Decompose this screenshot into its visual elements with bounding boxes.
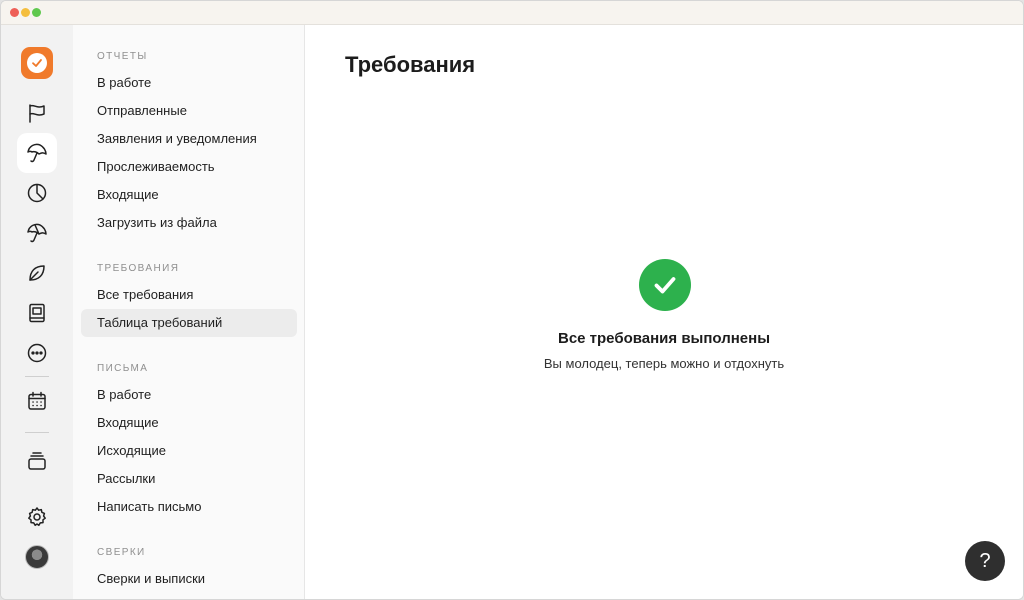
rail-item-flag[interactable] bbox=[17, 93, 57, 133]
empty-state-title: Все требования выполнены bbox=[557, 330, 770, 347]
title-bar bbox=[1, 1, 1023, 25]
rail-item-book[interactable] bbox=[17, 293, 57, 333]
icon-rail bbox=[1, 25, 73, 599]
nav-section-title: ТРЕБОВАНИЯ bbox=[97, 263, 180, 274]
nav-item-letters-in-progress[interactable]: В работе bbox=[81, 381, 297, 409]
rail-item-more[interactable] bbox=[17, 333, 57, 373]
nav-item-letters-incoming[interactable]: Входящие bbox=[81, 409, 297, 437]
section-nav: ОТЧЕТЫ В работе Отправленные Заявления и… bbox=[73, 25, 305, 599]
nav-item-reports-incoming[interactable]: Входящие bbox=[81, 181, 297, 209]
book-icon bbox=[29, 303, 45, 323]
layers-icon bbox=[28, 452, 46, 470]
nav-section-title: ОТЧЕТЫ bbox=[97, 51, 148, 62]
app-logo[interactable] bbox=[21, 47, 53, 79]
rail-item-leaf[interactable] bbox=[17, 253, 57, 293]
rail-divider bbox=[25, 376, 49, 377]
check-circle-icon bbox=[639, 259, 691, 311]
umbrella-outline-icon bbox=[27, 223, 47, 243]
checkmark-badge-icon bbox=[27, 53, 47, 73]
user-avatar[interactable] bbox=[25, 545, 49, 569]
zoom-window-button[interactable] bbox=[32, 8, 41, 17]
nav-item-requirements-table[interactable]: Таблица требований bbox=[81, 309, 297, 337]
main-content: Требования Все требования выполнены Вы м… bbox=[305, 25, 1023, 599]
close-window-button[interactable] bbox=[10, 8, 19, 17]
rail-item-pie-chart[interactable] bbox=[17, 173, 57, 213]
rail-item-umbrella[interactable] bbox=[17, 133, 57, 173]
rail-item-calendar[interactable] bbox=[17, 381, 57, 421]
pie-chart-icon bbox=[27, 183, 47, 203]
rail-item-settings[interactable] bbox=[17, 497, 57, 537]
umbrella-icon bbox=[27, 143, 47, 163]
nav-item-reports-sent[interactable]: Отправленные bbox=[81, 97, 297, 125]
rail-divider bbox=[25, 432, 49, 433]
nav-item-write-letter[interactable]: Написать письмо bbox=[81, 493, 297, 521]
page-title: Требования bbox=[345, 52, 476, 77]
nav-section-title: ПИСЬМА bbox=[97, 363, 149, 374]
rail-item-umbrella-outline[interactable] bbox=[17, 213, 57, 253]
gear-icon bbox=[28, 507, 46, 527]
leaf-icon bbox=[29, 265, 45, 281]
nav-item-mailings[interactable]: Рассылки bbox=[81, 465, 297, 493]
app-window: ОТЧЕТЫ В работе Отправленные Заявления и… bbox=[0, 0, 1024, 600]
flag-icon bbox=[29, 104, 45, 123]
rail-item-layers[interactable] bbox=[17, 441, 57, 481]
minimize-window-button[interactable] bbox=[21, 8, 30, 17]
more-icon bbox=[27, 343, 47, 363]
nav-item-reports-in-progress[interactable]: В работе bbox=[81, 69, 297, 97]
nav-item-letters-outgoing[interactable]: Исходящие bbox=[81, 437, 297, 465]
nav-item-applications[interactable]: Заявления и уведомления bbox=[81, 125, 297, 153]
help-button[interactable]: ? bbox=[965, 541, 1005, 581]
nav-item-all-requirements[interactable]: Все требования bbox=[81, 281, 297, 309]
nav-section-title: СВЕРКИ bbox=[97, 547, 146, 558]
nav-item-reconciliations[interactable]: Сверки и выписки bbox=[81, 565, 297, 593]
nav-item-traceability[interactable]: Прослеживаемость bbox=[81, 153, 297, 181]
calendar-icon bbox=[28, 391, 46, 410]
empty-state-subtitle: Вы молодец, теперь можно и отдохнуть bbox=[543, 356, 785, 371]
nav-item-upload-file[interactable]: Загрузить из файла bbox=[81, 209, 297, 237]
